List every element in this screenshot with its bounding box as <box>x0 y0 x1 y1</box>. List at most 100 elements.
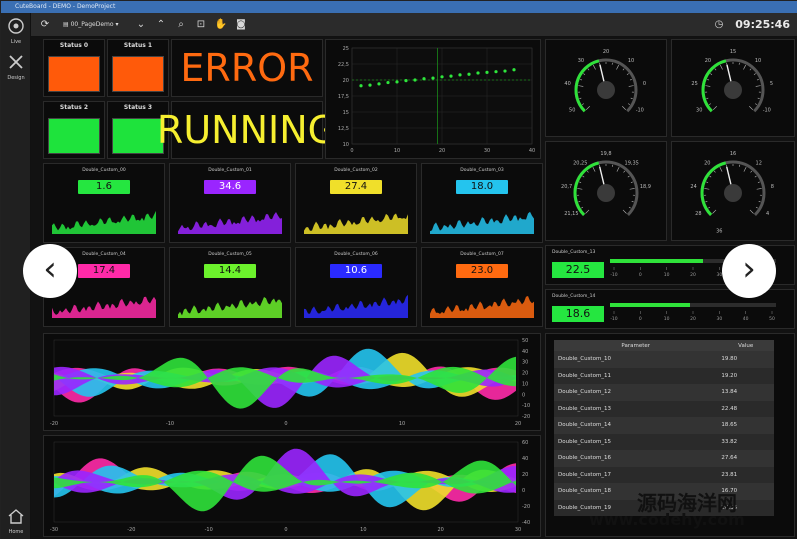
gauge-tick <box>755 206 758 209</box>
chevron-down-icon: ▾ <box>115 21 119 28</box>
gauge: 20 30 10 40 0 50 -10 <box>564 49 646 114</box>
page-name: 00_PageDemo <box>70 21 114 28</box>
table-row[interactable]: Double_Custom_10 19.80 <box>554 351 774 368</box>
gauge-tick <box>622 209 627 214</box>
y-tick-label: 12,5 <box>338 126 349 132</box>
gauge-hub <box>724 184 742 202</box>
y-tick-label: 20 <box>522 371 528 377</box>
custom-value: 14.4 <box>204 264 256 278</box>
table-row[interactable]: Double_Custom_14 18.65 <box>554 417 774 434</box>
gauge-tick <box>631 201 634 203</box>
gauge-tick-label: 50 <box>569 108 575 114</box>
error-text: ERROR <box>180 46 314 90</box>
status-indicator <box>48 118 100 154</box>
next-page-button[interactable]: › <box>722 244 776 298</box>
search-icon[interactable]: ⌕ <box>173 17 189 33</box>
y-tick-label: 30 <box>522 360 528 366</box>
running-tile: RUNNING <box>156 101 338 159</box>
parameter-cell: Double_Custom_14 <box>554 417 718 434</box>
y-tick-label: 50 <box>522 338 528 344</box>
gauge-tick <box>706 97 709 99</box>
value-cell: 13.84 <box>717 384 774 401</box>
sidebar-item-home[interactable]: Home <box>1 507 31 535</box>
page-selector[interactable]: ▤ 00_PageDemo ▾ <box>63 17 129 33</box>
gauge-tick-label: 20 <box>704 160 710 166</box>
gauge-tick <box>629 188 635 190</box>
gauge-tick <box>629 79 632 81</box>
fit-page-icon[interactable]: ⊡ <box>193 17 209 33</box>
scatter-point <box>494 70 498 74</box>
timer-icon[interactable]: ◷ <box>711 17 727 33</box>
column-header[interactable]: Parameter <box>554 340 718 351</box>
column-header[interactable]: Value <box>717 340 774 351</box>
x-tick-label: 30 <box>484 148 490 154</box>
gauge-tick <box>628 206 631 209</box>
gauge-tick <box>578 201 581 203</box>
bar-tick-label: 10 <box>664 316 670 321</box>
custom-value: 17.4 <box>78 264 130 278</box>
scatter-point <box>485 70 489 74</box>
parameter-cell: Double_Custom_12 <box>554 384 718 401</box>
gauge-tick <box>720 64 723 70</box>
chevron-down-icon[interactable]: ⌄ <box>133 17 149 33</box>
camera-icon[interactable]: ◙ <box>233 17 249 33</box>
error-tile: ERROR <box>171 39 323 97</box>
custom-value: 23.0 <box>456 264 508 278</box>
gauge-tick <box>758 201 761 203</box>
scatter-point <box>404 79 408 83</box>
sidebar-item-live[interactable]: Live <box>1 17 31 45</box>
custom-value: 27.4 <box>330 180 382 194</box>
gauge-hub <box>597 81 615 99</box>
parameter-cell: Double_Custom_17 <box>554 466 718 483</box>
custom-trend-chart <box>304 294 408 318</box>
bar-fill <box>610 303 690 307</box>
status-tile: Status 0 <box>43 39 105 97</box>
trend-area <box>178 297 282 318</box>
parameter-cell: Double_Custom_16 <box>554 450 718 467</box>
custom-trend-chart <box>178 212 282 234</box>
scatter-chart-tile: 25 22,5 20 17,5 15 12,5 10 0 10 20 30 40 <box>325 39 541 159</box>
gauge-tick <box>582 175 585 178</box>
parameter-cell: Double_Custom_13 <box>554 400 718 417</box>
chevron-up-icon[interactable]: ⌃ <box>153 17 169 33</box>
parameter-cell: Double_Custom_11 <box>554 367 718 384</box>
gauge-hub <box>597 184 615 202</box>
scatter-point <box>422 77 426 81</box>
gauge-tick-label: 16 <box>730 151 736 157</box>
table-row[interactable]: Double_Custom_13 22.48 <box>554 400 774 417</box>
previous-page-button[interactable]: ‹ <box>23 244 77 298</box>
trend-area <box>52 296 156 318</box>
trend-area <box>430 211 534 234</box>
y-tick-label: 0 <box>522 488 525 494</box>
table-row[interactable]: Double_Custom_15 33.82 <box>554 433 774 450</box>
custom-value: 18.0 <box>456 180 508 194</box>
custom-trend-chart <box>430 296 534 318</box>
table-row[interactable]: Double_Custom_17 23.81 <box>554 466 774 483</box>
sidebar-item-design[interactable]: Design <box>1 53 31 81</box>
y-tick-label: 17,5 <box>338 94 349 100</box>
hand-icon[interactable]: ✋ <box>213 17 229 33</box>
table-row[interactable]: Double_Custom_11 19.20 <box>554 367 774 384</box>
gauge-tick <box>616 64 619 70</box>
custom-value-tile: Double_Custom_05 14.4 <box>169 247 291 327</box>
gauge-hub <box>724 81 742 99</box>
gauge-tick-label: 20 <box>705 58 711 64</box>
refresh-icon[interactable]: ⟳ <box>37 17 53 33</box>
x-tick-label: 0 <box>284 527 287 533</box>
gauge-tick-label: 0 <box>643 81 646 87</box>
custom-label: Double_Custom_06 <box>334 252 378 257</box>
gauge-tick-label: 20,25 <box>573 160 587 166</box>
table-row[interactable]: Double_Custom_12 13.84 <box>554 384 774 401</box>
running-text: RUNNING <box>156 108 338 152</box>
table-row[interactable]: Double_Custom_16 27.64 <box>554 450 774 467</box>
scatter-point <box>512 68 516 72</box>
gauge-tick <box>586 170 589 173</box>
gauge-tick <box>749 106 754 111</box>
gauge-tick <box>579 181 582 183</box>
custom-label: Double_Custom_02 <box>334 168 378 173</box>
custom-label: Double_Custom_05 <box>208 252 252 257</box>
gauge-tick <box>756 188 762 190</box>
watermark-url: www.codehy.com <box>589 510 745 529</box>
status-tile: Status 2 <box>43 101 105 159</box>
scatter-chart: 2522,52017,51512,5100 10 20 30 40 <box>338 46 535 154</box>
